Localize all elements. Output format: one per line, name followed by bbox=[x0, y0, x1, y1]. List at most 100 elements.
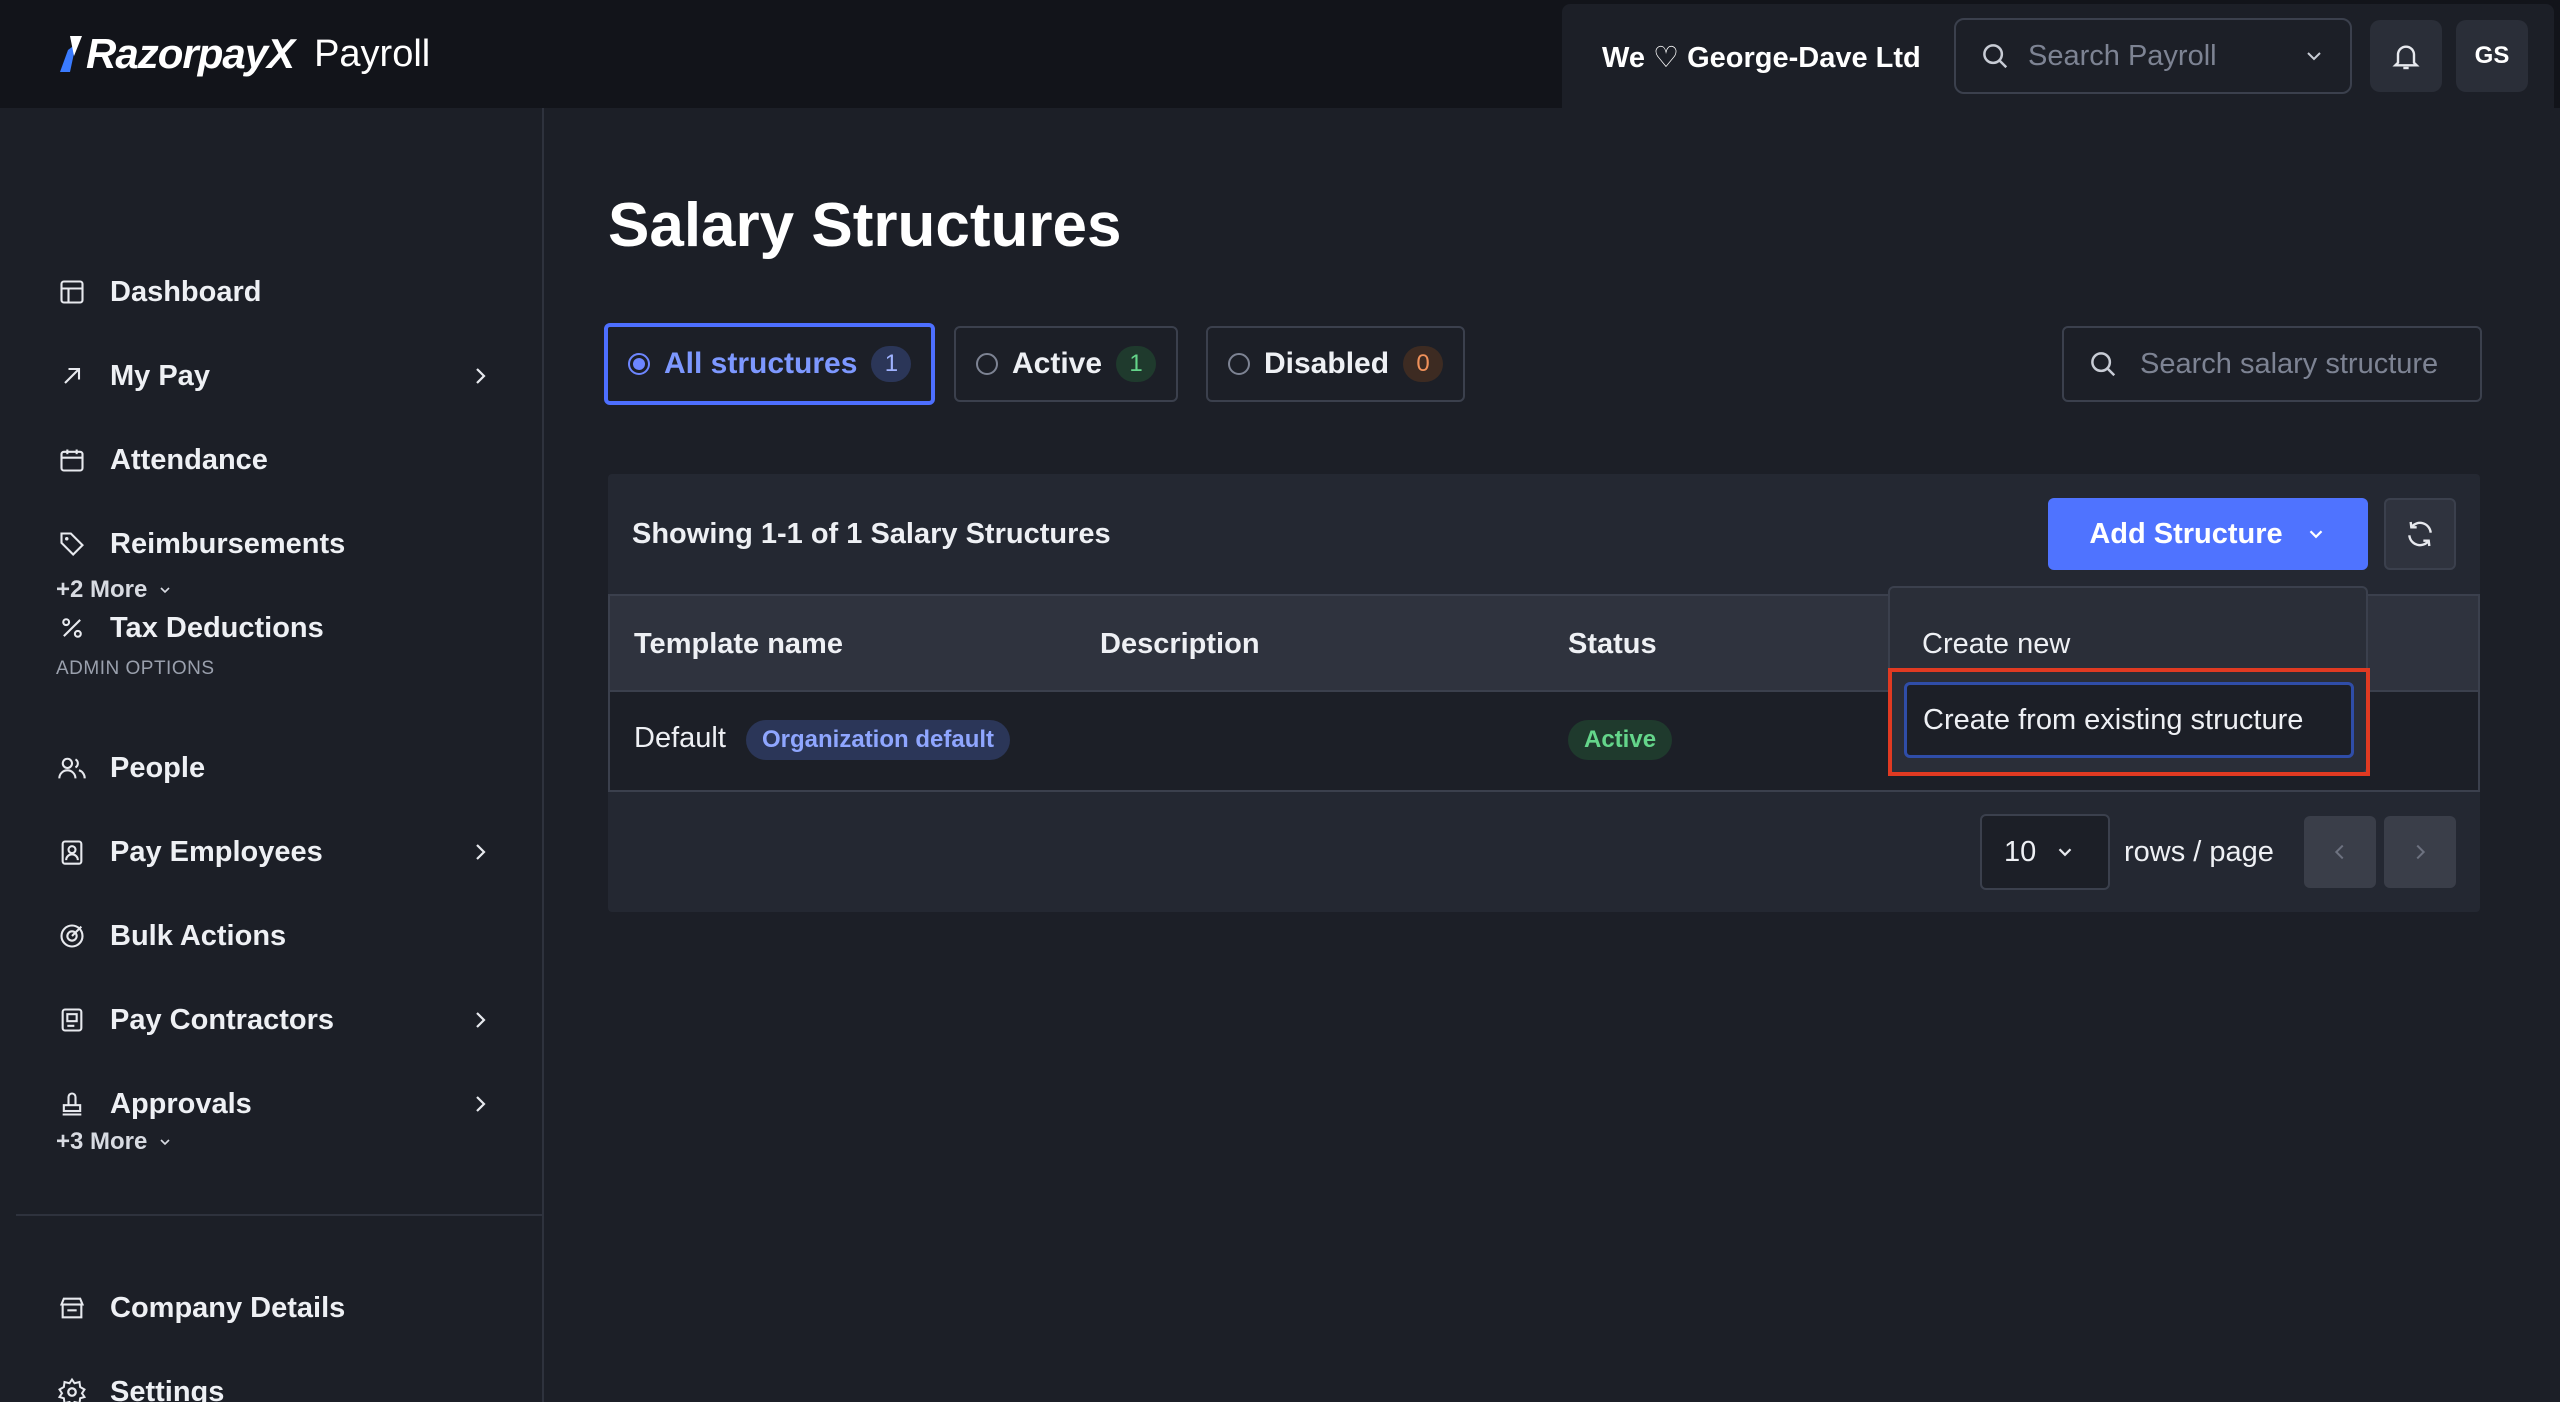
search-salary-structure-input[interactable]: Search salary structure bbox=[2062, 326, 2482, 402]
filter-count: 1 bbox=[871, 346, 912, 382]
organization-default-badge: Organization default bbox=[746, 720, 1011, 760]
menu-item-create-new[interactable]: Create new bbox=[1922, 628, 2070, 661]
rows-per-page-label: rows / page bbox=[2124, 836, 2274, 868]
chevron-right-icon bbox=[2416, 844, 2426, 860]
sidebar-item-reimbursements[interactable]: Reimbursements bbox=[16, 512, 542, 576]
search-icon bbox=[1983, 44, 2008, 69]
id-badge-icon bbox=[56, 836, 88, 868]
chevron-left-icon bbox=[2334, 844, 2344, 860]
chevron-right-icon bbox=[476, 844, 486, 860]
admin-options-label: ADMIN OPTIONS bbox=[56, 658, 215, 679]
next-page-button[interactable] bbox=[2384, 816, 2456, 888]
brand-logo: RazorpayX bbox=[56, 30, 295, 78]
sidebar-item-label: Settings bbox=[110, 1375, 225, 1402]
column-header[interactable]: Status bbox=[1568, 628, 1657, 661]
sidebar-item-attendance[interactable]: Attendance bbox=[16, 428, 542, 492]
search-salary-placeholder: Search salary structure bbox=[2140, 347, 2439, 380]
filter-disabled[interactable]: Disabled 0 bbox=[1206, 326, 1466, 402]
avatar[interactable]: GS bbox=[2456, 20, 2528, 92]
top-right-area: We ♡ George-Dave Ltd Search Payroll GS bbox=[1562, 4, 2554, 108]
more-link-label: +3 More bbox=[56, 1128, 148, 1155]
sidebar-item-dashboard[interactable]: Dashboard bbox=[16, 260, 542, 324]
template-name[interactable]: Default bbox=[634, 722, 726, 755]
filter-active[interactable]: Active 1 bbox=[954, 326, 1179, 402]
chevron-down-icon bbox=[2058, 848, 2072, 857]
search-icon bbox=[2091, 352, 2116, 377]
more-link-1[interactable]: +2 More bbox=[56, 576, 173, 604]
rows-per-page-select[interactable]: 10 bbox=[1980, 814, 2110, 890]
razorpay-mark-icon bbox=[60, 36, 82, 72]
search-payroll-input[interactable]: Search Payroll bbox=[1954, 18, 2352, 94]
chevron-right-icon bbox=[476, 1012, 486, 1028]
menu-item-create-from-existing[interactable]: Create from existing structure bbox=[1904, 682, 2354, 758]
sidebar-item-label: Attendance bbox=[110, 443, 268, 476]
chevron-down-icon bbox=[2307, 52, 2321, 61]
more-link-2[interactable]: +3 More bbox=[56, 1128, 173, 1156]
sidebar-item-settings[interactable]: Settings bbox=[16, 1360, 542, 1402]
rows-per-page-value: 10 bbox=[2004, 835, 2037, 868]
search-payroll-placeholder: Search Payroll bbox=[2028, 39, 2217, 72]
percent-icon bbox=[56, 612, 88, 644]
stamp-icon bbox=[56, 1088, 88, 1120]
target-icon bbox=[56, 920, 88, 952]
sidebar-item-bulk-actions[interactable]: Bulk Actions bbox=[16, 904, 542, 968]
add-structure-label: Add Structure bbox=[2089, 517, 2283, 550]
filter-label: Active bbox=[1012, 347, 1103, 380]
sidebar-item-label: Company Details bbox=[110, 1291, 346, 1324]
column-header[interactable]: Description bbox=[1100, 628, 1260, 661]
sidebar-item-label: Dashboard bbox=[110, 275, 262, 308]
sidebar-item-label: Pay Contractors bbox=[110, 1003, 335, 1036]
sidebar-item-pay-employees[interactable]: Pay Employees bbox=[16, 820, 542, 884]
sidebar-item-tax-deductions[interactable]: Tax Deductions bbox=[16, 596, 542, 660]
more-link-label: +2 More bbox=[56, 576, 148, 603]
sidebar-item-company-details[interactable]: Company Details bbox=[16, 1276, 542, 1340]
sidebar-divider bbox=[16, 1214, 542, 1216]
notifications-button[interactable] bbox=[2370, 20, 2442, 92]
brand[interactable]: RazorpayX Payroll bbox=[56, 26, 430, 82]
sidebar-item-approvals[interactable]: Approvals bbox=[16, 1072, 542, 1136]
tag-icon bbox=[56, 528, 88, 560]
sidebar-item-people[interactable]: People bbox=[16, 736, 542, 800]
sidebar-item-label: Bulk Actions bbox=[110, 919, 287, 952]
showing-count: Showing 1-1 of 1 Salary Structures bbox=[632, 518, 1111, 550]
sidebar-item-label: People bbox=[110, 751, 206, 784]
chevron-right-icon bbox=[476, 368, 486, 384]
filter-label: All structures bbox=[664, 347, 858, 380]
chevron-right-icon bbox=[476, 1096, 486, 1112]
sidebar-item-label: Pay Employees bbox=[110, 835, 323, 868]
refresh-button[interactable] bbox=[2384, 498, 2456, 570]
sidebar: Dashboard My Pay Attendance Reimbursemen… bbox=[16, 108, 544, 1402]
sidebar-item-my-pay[interactable]: My Pay bbox=[16, 344, 542, 408]
previous-page-button[interactable] bbox=[2304, 816, 2376, 888]
chevron-down-icon bbox=[2309, 530, 2322, 539]
store-icon bbox=[56, 1292, 88, 1324]
chevron-down-icon bbox=[160, 587, 170, 594]
column-header[interactable]: Template name bbox=[634, 628, 843, 661]
users-icon bbox=[56, 752, 88, 784]
radio-unselected bbox=[1228, 353, 1250, 375]
calendar-icon bbox=[56, 444, 88, 476]
company-name[interactable]: We ♡ George-Dave Ltd bbox=[1602, 40, 1921, 75]
add-structure-menu: Create new Create from existing structur… bbox=[1888, 586, 2368, 774]
layout-icon bbox=[56, 276, 88, 308]
gear-icon bbox=[56, 1376, 88, 1402]
bell-icon bbox=[2392, 45, 2420, 70]
sidebar-item-label: Reimbursements bbox=[110, 527, 346, 560]
sidebar-item-label: Tax Deductions bbox=[110, 611, 324, 644]
chevron-down-icon bbox=[160, 1139, 170, 1146]
brand-name: RazorpayX bbox=[86, 30, 295, 77]
filter-count: 0 bbox=[1403, 346, 1444, 382]
refresh-icon bbox=[2408, 521, 2432, 547]
arrow-up-right-icon bbox=[56, 360, 88, 392]
product-name: Payroll bbox=[314, 32, 431, 75]
add-structure-button[interactable]: Add Structure bbox=[2048, 498, 2368, 570]
radio-unselected bbox=[976, 353, 998, 375]
status-badge: Active bbox=[1568, 720, 1673, 760]
filter-count: 1 bbox=[1116, 346, 1157, 382]
top-bar: RazorpayX Payroll We ♡ George-Dave Ltd S… bbox=[0, 0, 2560, 108]
sidebar-item-pay-contractors[interactable]: Pay Contractors bbox=[16, 988, 542, 1052]
sidebar-item-label: Approvals bbox=[110, 1087, 252, 1120]
filter-all-structures[interactable]: All structures 1 bbox=[604, 323, 936, 405]
sidebar-item-label: My Pay bbox=[110, 359, 210, 392]
page-title: Salary Structures bbox=[608, 191, 1122, 260]
